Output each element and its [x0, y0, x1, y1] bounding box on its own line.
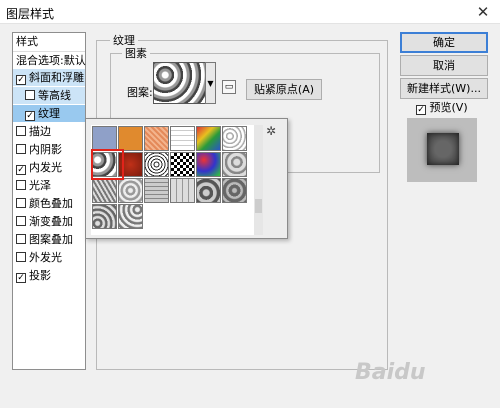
pattern-scrollbar[interactable] [254, 125, 263, 235]
pattern-dropdown-arrow-icon[interactable]: ▼ [205, 62, 216, 104]
pattern-tile[interactable] [170, 152, 195, 177]
checkbox-icon[interactable] [16, 126, 26, 136]
checkbox-icon[interactable] [16, 198, 26, 208]
checkbox-icon[interactable]: ✓ [416, 105, 426, 115]
gear-icon[interactable]: ✲ [266, 124, 276, 138]
pattern-tile[interactable] [222, 126, 247, 151]
pattern-tile[interactable] [170, 178, 195, 203]
cancel-button[interactable]: 取消 [400, 55, 488, 76]
checkbox-icon[interactable] [16, 180, 26, 190]
window-title: 图层样式 [6, 7, 55, 21]
checkbox-icon[interactable] [16, 144, 26, 154]
pattern-tile[interactable] [196, 178, 221, 203]
style-item-bevel-emboss[interactable]: ✓ 斜面和浮雕 [13, 69, 85, 86]
ok-button[interactable]: 确定 [400, 32, 488, 53]
pattern-tile[interactable] [118, 178, 143, 203]
style-item-inner-shadow[interactable]: 内阴影 [13, 141, 85, 158]
pattern-tile[interactable] [92, 126, 117, 151]
style-item-satin[interactable]: 光泽 [13, 177, 85, 194]
style-item-color-overlay[interactable]: 颜色叠加 [13, 195, 85, 212]
preview-thumbnail [427, 133, 459, 165]
pattern-grid [91, 125, 254, 235]
checkbox-icon[interactable] [16, 216, 26, 226]
pattern-tile[interactable] [196, 126, 221, 151]
snap-to-origin-button[interactable]: 贴紧原点(A) [246, 79, 322, 100]
pattern-tile[interactable] [92, 204, 117, 229]
pattern-tile[interactable] [92, 178, 117, 203]
pattern-swatch[interactable] [153, 62, 211, 104]
pattern-tile[interactable] [170, 126, 195, 151]
checkbox-icon[interactable] [25, 90, 35, 100]
styles-header: 样式 [16, 35, 38, 48]
pattern-tile[interactable] [144, 178, 169, 203]
style-item-texture[interactable]: ✓ 纹理 [13, 105, 85, 122]
style-item-inner-glow[interactable]: ✓ 内发光 [13, 159, 85, 176]
checkbox-icon[interactable]: ✓ [16, 273, 26, 283]
elements-group-title: 图素 [122, 45, 150, 61]
style-item-pattern-overlay[interactable]: 图案叠加 [13, 231, 85, 248]
pattern-tile[interactable] [144, 126, 169, 151]
checkbox-icon[interactable]: ✓ [25, 111, 35, 121]
style-item-drop-shadow[interactable]: ✓ 投影 [13, 267, 85, 284]
new-preset-icon[interactable]: ▭ [222, 80, 236, 94]
style-preview [407, 118, 477, 182]
pattern-tile[interactable] [222, 178, 247, 203]
style-item-outer-glow[interactable]: 外发光 [13, 249, 85, 266]
pattern-label: 图案: [127, 86, 153, 99]
checkbox-icon[interactable]: ✓ [16, 75, 26, 85]
style-item-gradient-overlay[interactable]: 渐变叠加 [13, 213, 85, 230]
styles-list: 样式 混合选项:默认 ✓ 斜面和浮雕 等高线 ✓ 纹理 描边 内阴影 ✓ 内发光 光泽… [12, 32, 86, 370]
checkbox-icon[interactable] [16, 252, 26, 262]
checkbox-icon[interactable] [16, 234, 26, 244]
checkbox-icon[interactable]: ✓ [16, 165, 26, 175]
new-style-button[interactable]: 新建样式(W)... [400, 78, 488, 99]
scrollbar-thumb[interactable] [255, 199, 262, 213]
close-icon[interactable]: ✕ [472, 2, 494, 22]
pattern-tile[interactable] [118, 204, 143, 229]
preview-checkbox[interactable]: ✓ 预览(V) [416, 99, 468, 115]
watermark: Baidu [355, 360, 426, 385]
style-item-stroke[interactable]: 描边 [13, 123, 85, 140]
selected-pattern-highlight [91, 149, 124, 180]
pattern-tile[interactable] [222, 152, 247, 177]
style-item-contour[interactable]: 等高线 [13, 87, 85, 104]
blend-options-item[interactable]: 混合选项:默认 [13, 51, 86, 68]
pattern-tile[interactable] [196, 152, 221, 177]
pattern-tile[interactable] [118, 126, 143, 151]
title-bar: 图层样式 ✕ [0, 0, 500, 24]
pattern-tile[interactable] [144, 152, 169, 177]
